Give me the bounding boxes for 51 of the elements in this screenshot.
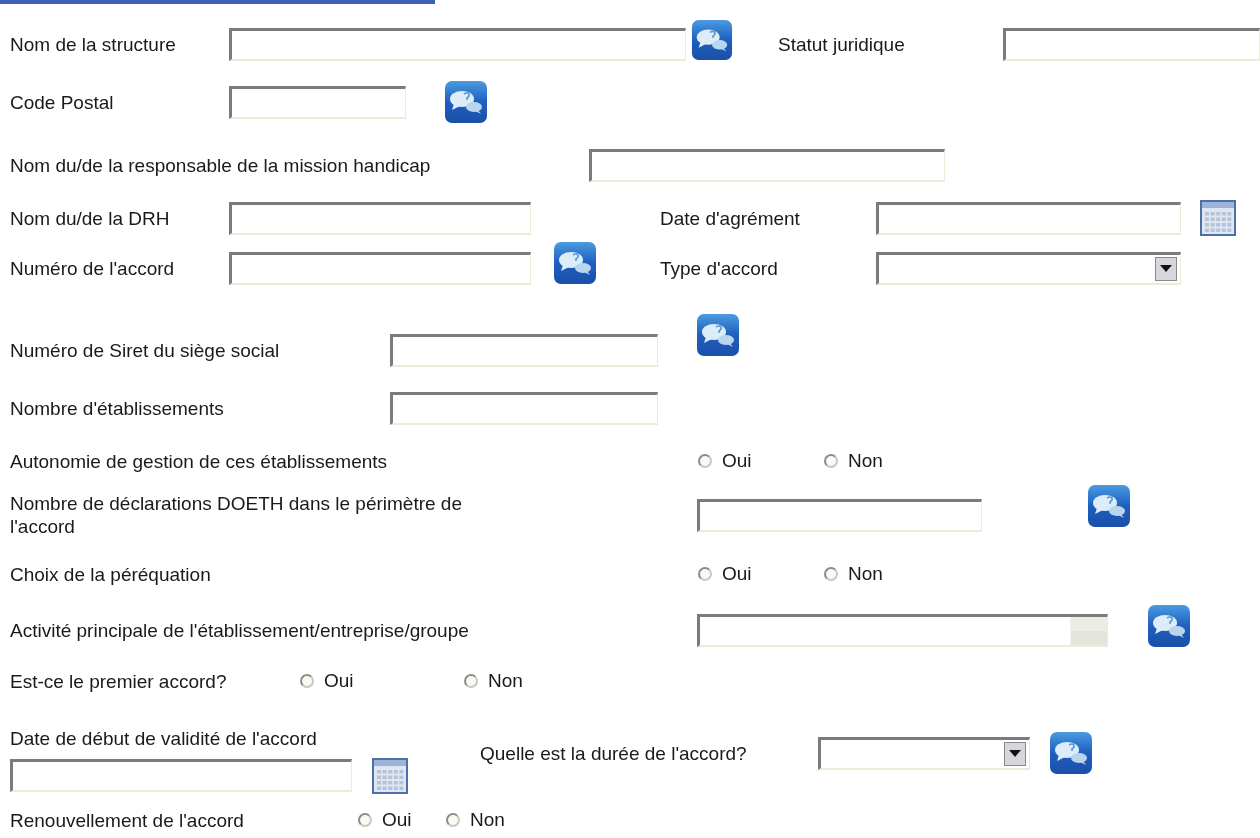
radio-option[interactable]: Non — [824, 563, 884, 585]
field-label: Choix de la péréquation — [10, 562, 211, 586]
radio-option[interactable]: Oui — [698, 450, 824, 472]
help-icon[interactable] — [553, 241, 597, 285]
text-field[interactable] — [1003, 27, 1260, 61]
text-field[interactable] — [229, 85, 406, 119]
field-label: Type d'accord — [660, 256, 778, 280]
field-label: Code Postal — [10, 90, 114, 114]
text-field[interactable] — [10, 759, 352, 792]
text-field[interactable] — [229, 201, 531, 235]
caret-icon — [1160, 265, 1172, 272]
field-label: Date de début de validité de l'accord — [10, 726, 317, 750]
help-icon[interactable] — [696, 313, 740, 357]
help-icon[interactable] — [1147, 604, 1191, 648]
calendar-icon[interactable] — [1200, 200, 1236, 236]
field-label: Nombre d'établissements — [10, 396, 224, 420]
radio-option[interactable]: Oui — [300, 670, 464, 692]
calendar-icon[interactable] — [372, 757, 408, 794]
text-field[interactable] — [229, 27, 686, 61]
field-label: Date d'agrément — [660, 206, 800, 230]
text-field[interactable] — [876, 201, 1181, 235]
text-field[interactable] — [697, 498, 982, 532]
field-label: Statut juridique — [778, 32, 905, 56]
radio-option[interactable]: Non — [824, 450, 884, 472]
text-field[interactable] — [390, 333, 658, 367]
field-label: Numéro de l'accord — [10, 256, 175, 280]
radio-option[interactable]: Oui — [698, 563, 824, 585]
radio-option[interactable]: Non — [464, 670, 524, 692]
field-label: Nom du/de la responsable de la mission handicap — [10, 153, 431, 177]
field-label: Numéro de Siret du siège social — [10, 338, 280, 362]
field-label: Nombre de déclarations DOETH dans le périmètre de l'accord — [10, 492, 463, 538]
help-icon[interactable] — [1087, 484, 1131, 528]
caret-icon — [1009, 750, 1021, 757]
radio-option[interactable]: Non — [446, 809, 506, 831]
field-label: Nom du/de la DRH — [10, 206, 170, 230]
field-label: Autonomie de gestion de ces établissements — [10, 449, 388, 473]
help-icon[interactable] — [1049, 731, 1093, 775]
combo-field[interactable] — [697, 613, 1108, 647]
field-label: Nom de la structure — [10, 32, 176, 56]
help-icon[interactable] — [444, 80, 488, 124]
radio-option[interactable]: Oui — [358, 809, 446, 831]
field-label: Activité principale de l'établissement/entreprise/groupe — [10, 618, 469, 642]
help-icon[interactable] — [691, 18, 733, 62]
dropdown[interactable] — [876, 251, 1181, 285]
text-field[interactable] — [229, 251, 531, 285]
field-label: Quelle est la durée de l'accord? — [480, 741, 747, 765]
field-label: Renouvellement de l'accord — [10, 808, 244, 832]
dropdown[interactable] — [818, 736, 1030, 770]
text-field[interactable] — [589, 148, 945, 182]
text-field[interactable] — [390, 391, 658, 425]
field-label: Est-ce le premier accord? — [10, 669, 227, 693]
